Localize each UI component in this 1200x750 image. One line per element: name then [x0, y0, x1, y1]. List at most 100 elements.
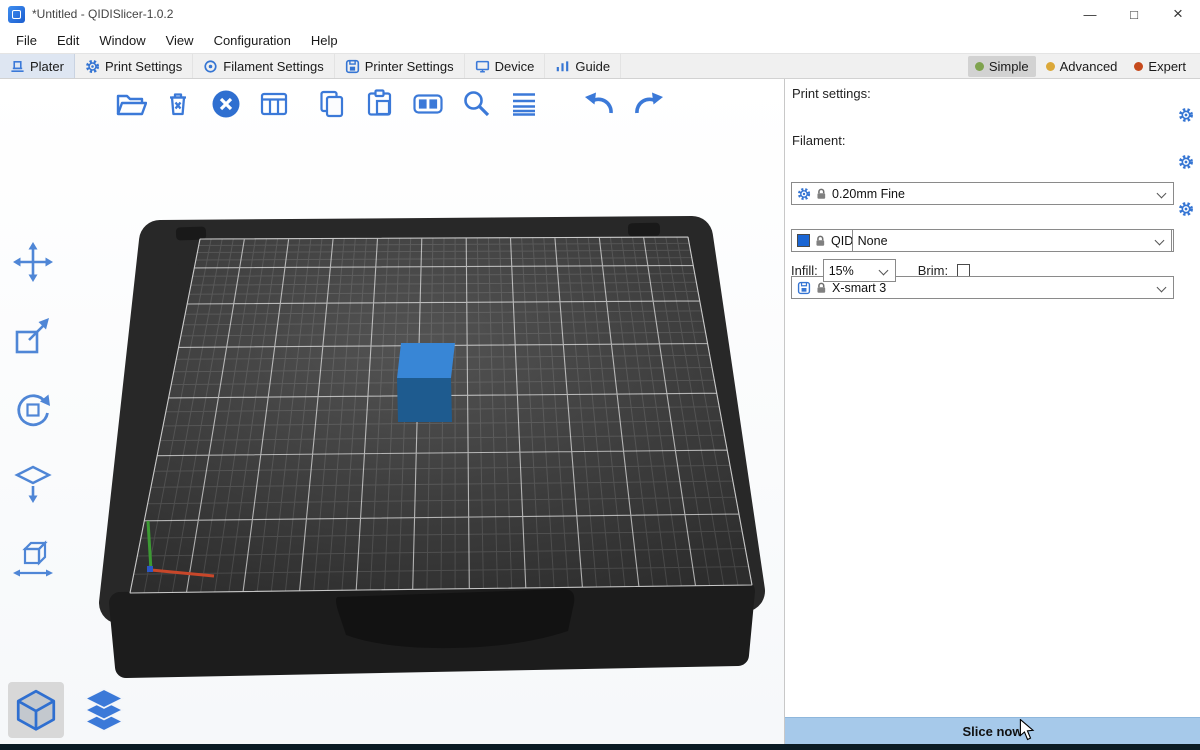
tab-guide[interactable]: Guide: [545, 54, 621, 78]
model-cube[interactable]: [397, 343, 455, 422]
app-window: *Untitled - QIDISlicer-1.0.2 — □ × File …: [0, 0, 1200, 750]
place-on-face-tool-icon[interactable]: [10, 461, 56, 507]
supports-row: Supports: None: [791, 229, 1194, 252]
rotate-tool-icon[interactable]: [10, 387, 56, 433]
filament-color-swatch: [797, 234, 810, 247]
menu-configuration[interactable]: Configuration: [204, 28, 301, 53]
preview-layers-icon[interactable]: [76, 682, 132, 738]
gizmo-toolbar: [10, 239, 56, 581]
advanced-mode-dot-icon: [1046, 62, 1055, 71]
delete-icon[interactable]: [160, 86, 196, 122]
open-folder-icon[interactable]: [112, 86, 148, 122]
chevron-down-icon: [1157, 189, 1167, 199]
copy-icon[interactable]: [314, 86, 350, 122]
tab-filament-settings[interactable]: Filament Settings: [193, 54, 334, 78]
title-bar: *Untitled - QIDISlicer-1.0.2 — □ ×: [0, 0, 1200, 28]
mode-simple[interactable]: Simple: [968, 56, 1036, 77]
plater-icon: [10, 59, 25, 74]
tab-plater[interactable]: Plater: [0, 54, 75, 78]
mode-label: Expert: [1148, 59, 1186, 74]
undo-icon[interactable]: [582, 86, 618, 122]
scale-tool-icon[interactable]: [10, 313, 56, 359]
gear-icon: [1178, 154, 1194, 170]
tab-print-settings[interactable]: Print Settings: [75, 54, 193, 78]
split-instances-icon[interactable]: [410, 86, 446, 122]
view-toggle: [8, 682, 132, 738]
infill-value: 15%: [829, 264, 854, 278]
filament-row: QIDI PLA Rapido: [791, 150, 1194, 173]
print-settings-label: Print settings:: [792, 86, 1194, 101]
close-button[interactable]: ×: [1156, 0, 1200, 28]
printer-icon: [797, 281, 811, 295]
tab-label: Printer Settings: [365, 59, 454, 74]
mode-label: Advanced: [1060, 59, 1118, 74]
tab-bar: Plater Print Settings Filament Settings …: [0, 53, 1200, 79]
3d-viewport[interactable]: [0, 79, 784, 744]
guide-icon: [555, 59, 570, 74]
gear-icon: [797, 187, 811, 201]
tab-device[interactable]: Device: [465, 54, 546, 78]
gear-icon: [85, 59, 100, 74]
supports-combo[interactable]: None: [852, 229, 1172, 252]
mode-advanced[interactable]: Advanced: [1039, 56, 1125, 77]
filament-label: Filament:: [792, 133, 1194, 148]
lock-icon: [816, 281, 827, 294]
chevron-down-icon: [878, 266, 888, 276]
print-settings-row: 0.20mm Fine: [791, 103, 1194, 126]
mouse-cursor-icon: [1019, 719, 1035, 741]
window-controls: — □ ×: [1068, 0, 1200, 28]
chevron-down-icon: [1155, 236, 1165, 246]
settings-panel: Print settings: 0.20mm Fine Filament: QI…: [784, 79, 1200, 744]
menu-file[interactable]: File: [6, 28, 47, 53]
mode-switcher: Simple Advanced Expert: [968, 54, 1200, 78]
tab-label: Device: [495, 59, 535, 74]
viewport-toolbar: [112, 86, 666, 122]
print-bed: [120, 223, 752, 667]
redo-icon[interactable]: [630, 86, 666, 122]
infill-combo[interactable]: 15%: [823, 259, 896, 282]
cut-tool-icon[interactable]: [10, 535, 56, 581]
minimize-button[interactable]: —: [1068, 0, 1112, 28]
tab-label: Plater: [30, 59, 64, 74]
gear-icon: [1178, 201, 1194, 217]
printer-icon: [345, 59, 360, 74]
filament-gear-button[interactable]: [1178, 154, 1194, 170]
paste-icon[interactable]: [362, 86, 398, 122]
slice-now-button[interactable]: Slice now: [785, 717, 1200, 744]
menu-edit[interactable]: Edit: [47, 28, 89, 53]
mode-expert[interactable]: Expert: [1127, 56, 1193, 77]
editor-3d-view-icon[interactable]: [8, 682, 64, 738]
menu-window[interactable]: Window: [89, 28, 155, 53]
expert-mode-dot-icon: [1134, 62, 1143, 71]
device-icon: [475, 59, 490, 74]
tab-label: Filament Settings: [223, 59, 323, 74]
gear-icon: [1178, 107, 1194, 123]
lock-icon: [816, 187, 827, 200]
printer-value: X-smart 3: [832, 281, 886, 295]
printer-gear-button[interactable]: [1178, 201, 1194, 217]
search-icon[interactable]: [458, 86, 494, 122]
supports-value: None: [858, 234, 888, 248]
print-bed-scene: [0, 79, 784, 744]
tab-printer-settings[interactable]: Printer Settings: [335, 54, 465, 78]
tab-label: Guide: [575, 59, 610, 74]
print-settings-gear-button[interactable]: [1178, 107, 1194, 123]
layer-height-icon[interactable]: [506, 86, 542, 122]
window-title: *Untitled - QIDISlicer-1.0.2: [32, 7, 173, 21]
filament-icon: [203, 59, 218, 74]
menu-help[interactable]: Help: [301, 28, 348, 53]
print-settings-combo[interactable]: 0.20mm Fine: [791, 182, 1174, 205]
bottom-status-strip: [0, 744, 1200, 750]
maximize-button[interactable]: □: [1112, 0, 1156, 28]
tab-label: Print Settings: [105, 59, 182, 74]
menu-bar: File Edit Window View Configuration Help: [0, 28, 1200, 53]
lock-icon: [815, 234, 826, 247]
menu-view[interactable]: View: [156, 28, 204, 53]
app-logo-icon: [8, 6, 25, 23]
print-settings-value: 0.20mm Fine: [832, 187, 905, 201]
arrange-icon[interactable]: [256, 86, 292, 122]
simple-mode-dot-icon: [975, 62, 984, 71]
delete-all-icon[interactable]: [208, 86, 244, 122]
move-tool-icon[interactable]: [10, 239, 56, 285]
chevron-down-icon: [1157, 283, 1167, 293]
